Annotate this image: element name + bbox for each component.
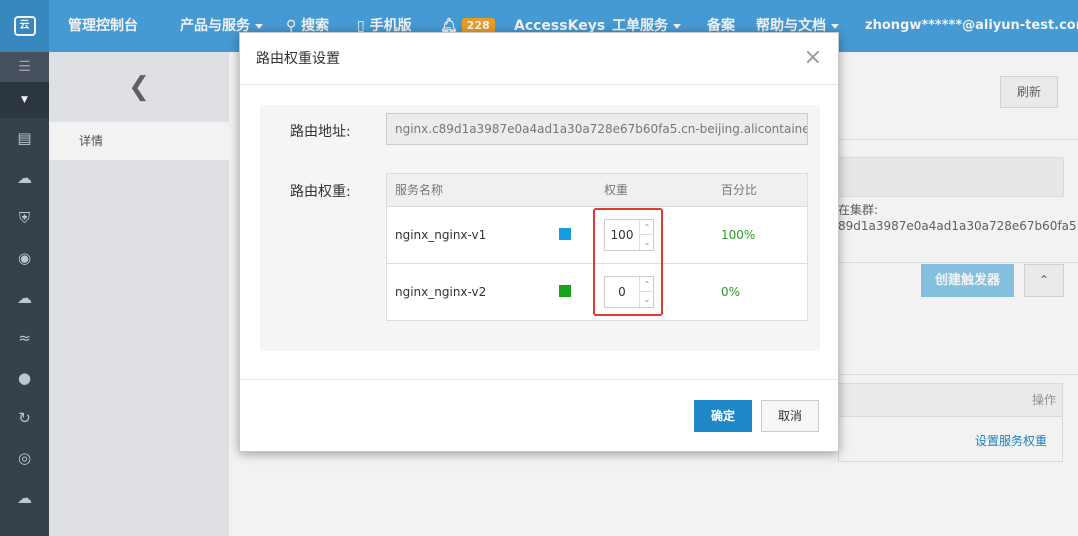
service-color-swatch [559, 285, 571, 297]
column-service: 服务名称 [395, 183, 444, 197]
column-weight: 权重 [604, 183, 629, 197]
service-name: nginx_nginx-v1 [395, 228, 487, 242]
percent-value: 100% [721, 228, 756, 242]
column-percent: 百分比 [721, 183, 758, 197]
table-header: 服务名称 权重 百分比 [387, 174, 807, 207]
dialog-title: 路由权重设置 [256, 51, 340, 67]
percent-value: 0% [721, 285, 741, 299]
dialog-header: 路由权重设置 × [240, 33, 838, 85]
cancel-button[interactable]: 取消 [761, 400, 819, 432]
dialog-body: 路由地址: nginx.c89d1a3987e0a4ad1a30a728e67b… [260, 105, 820, 351]
confirm-button[interactable]: 确定 [694, 400, 752, 432]
dialog-footer: 确定 取消 [240, 379, 838, 451]
weight-highlight-box [593, 208, 663, 316]
route-address-field: nginx.c89d1a3987e0a4ad1a30a728e67b60fa5.… [386, 113, 808, 145]
service-color-swatch [559, 228, 571, 240]
close-icon[interactable]: × [804, 33, 822, 83]
route-weight-dialog: 路由权重设置 × 路由地址: nginx.c89d1a3987e0a4ad1a3… [239, 32, 839, 452]
route-weight-label: 路由权重: [290, 184, 351, 200]
route-address-label: 路由地址: [290, 124, 351, 140]
service-name: nginx_nginx-v2 [395, 285, 487, 299]
